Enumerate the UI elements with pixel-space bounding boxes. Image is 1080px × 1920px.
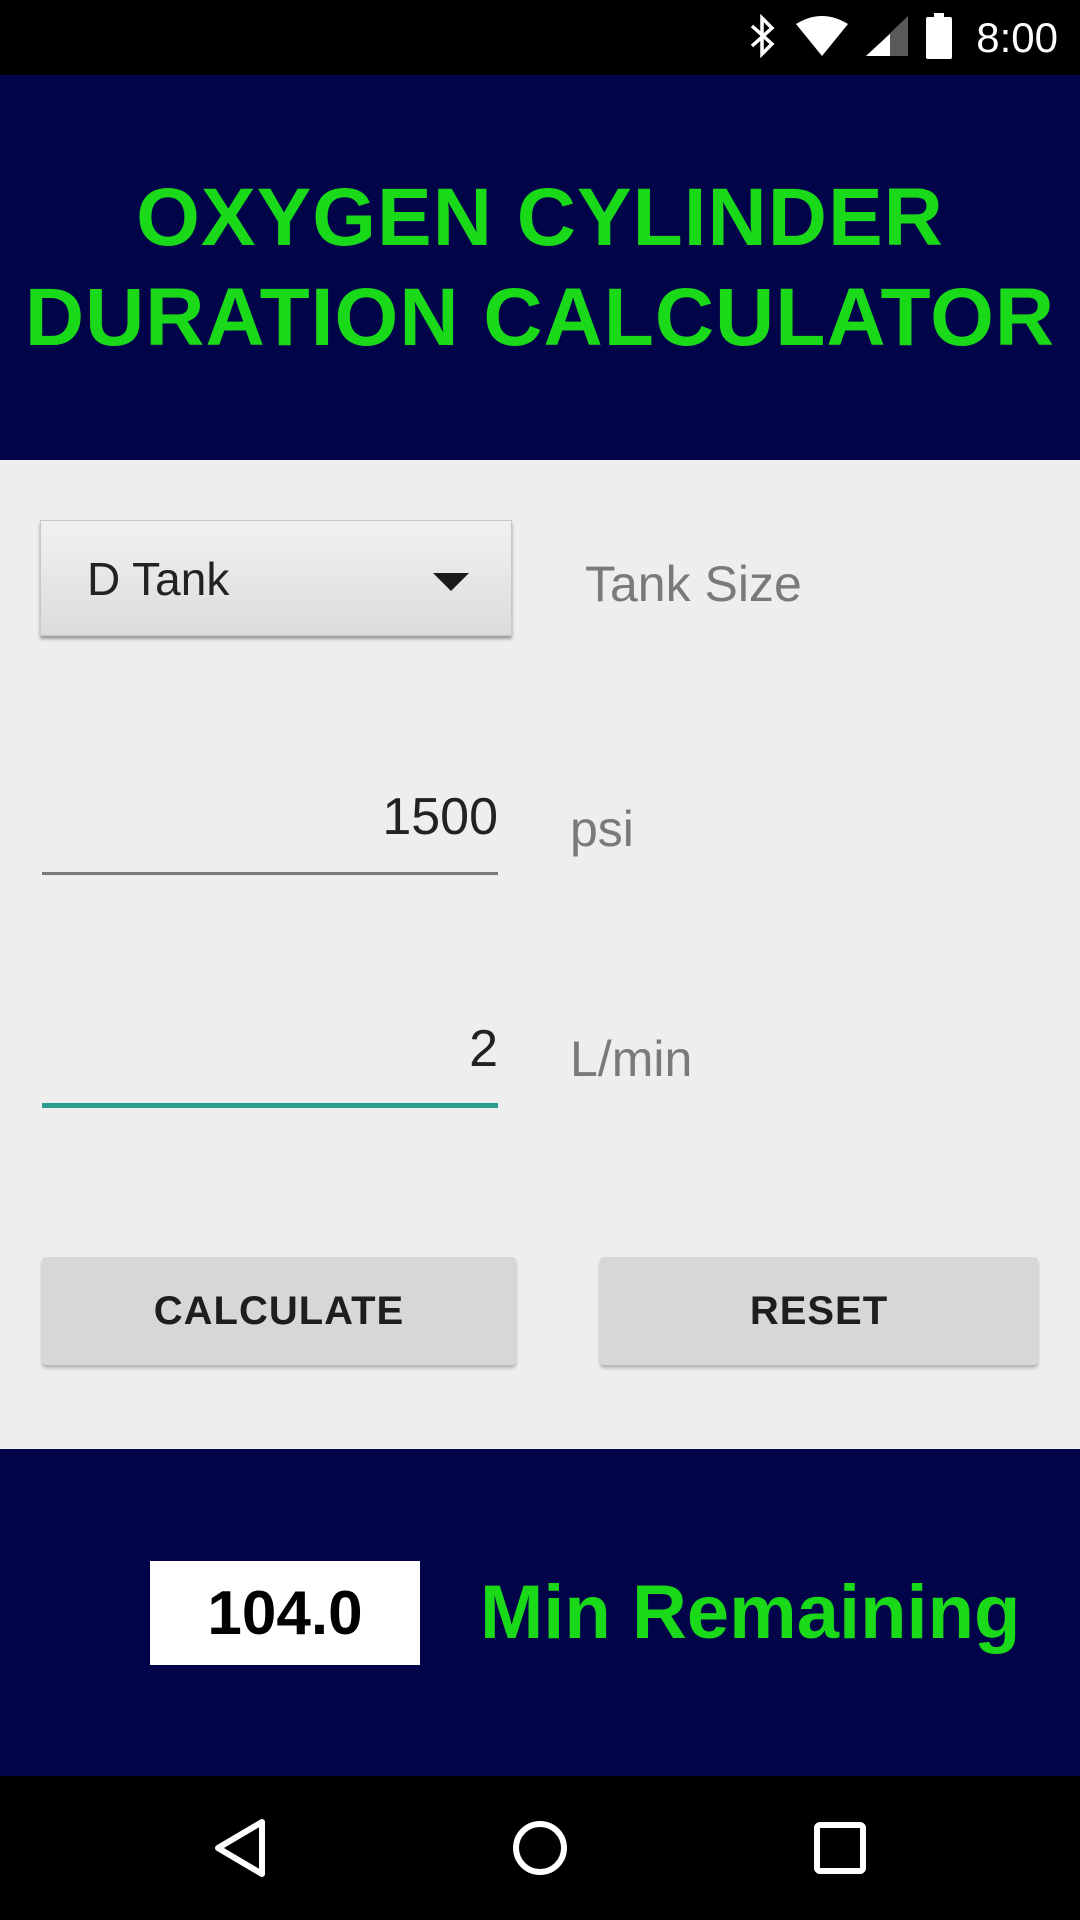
pressure-unit-label: psi (570, 801, 634, 857)
app-screen: 8:00 OXYGEN CYLINDER DURATION CALCULATOR… (0, 0, 1080, 1920)
calculate-button[interactable]: CALCULATE (42, 1257, 516, 1365)
status-time: 8:00 (976, 13, 1058, 61)
pressure-input[interactable]: 1500 (42, 785, 498, 875)
status-bar: 8:00 (0, 0, 1080, 75)
flow-unit-label: L/min (570, 1031, 693, 1087)
battery-icon (926, 12, 953, 63)
page-title-line-1: OXYGEN CYLINDER (136, 171, 944, 263)
recents-icon[interactable] (790, 1798, 890, 1898)
flow-rate-input[interactable]: 2 (42, 1015, 498, 1108)
cell-signal-icon (866, 15, 909, 60)
flow-rate-value: 2 (469, 1020, 498, 1078)
wifi-icon (796, 15, 849, 60)
home-icon[interactable] (490, 1798, 590, 1898)
page-title-line-2: DURATION CALCULATOR (24, 271, 1056, 363)
result-label: Min Remaining (480, 1570, 1021, 1655)
pressure-value: 1500 (382, 788, 498, 846)
navigation-bar (0, 1776, 1080, 1920)
tank-size-label: Tank Size (585, 556, 802, 612)
result-panel: 104.0 Min Remaining (0, 1449, 1080, 1776)
tank-size-dropdown[interactable]: D Tank (40, 520, 512, 636)
dropdown-arrow-icon (433, 573, 469, 591)
back-icon[interactable] (190, 1798, 290, 1898)
status-icons: 8:00 (748, 0, 1058, 75)
tank-size-selected: D Tank (87, 553, 230, 605)
bluetooth-icon (748, 13, 778, 62)
result-value: 104.0 (150, 1561, 420, 1665)
reset-button[interactable]: RESET (600, 1257, 1038, 1365)
app-header: OXYGEN CYLINDER DURATION CALCULATOR (0, 75, 1080, 460)
